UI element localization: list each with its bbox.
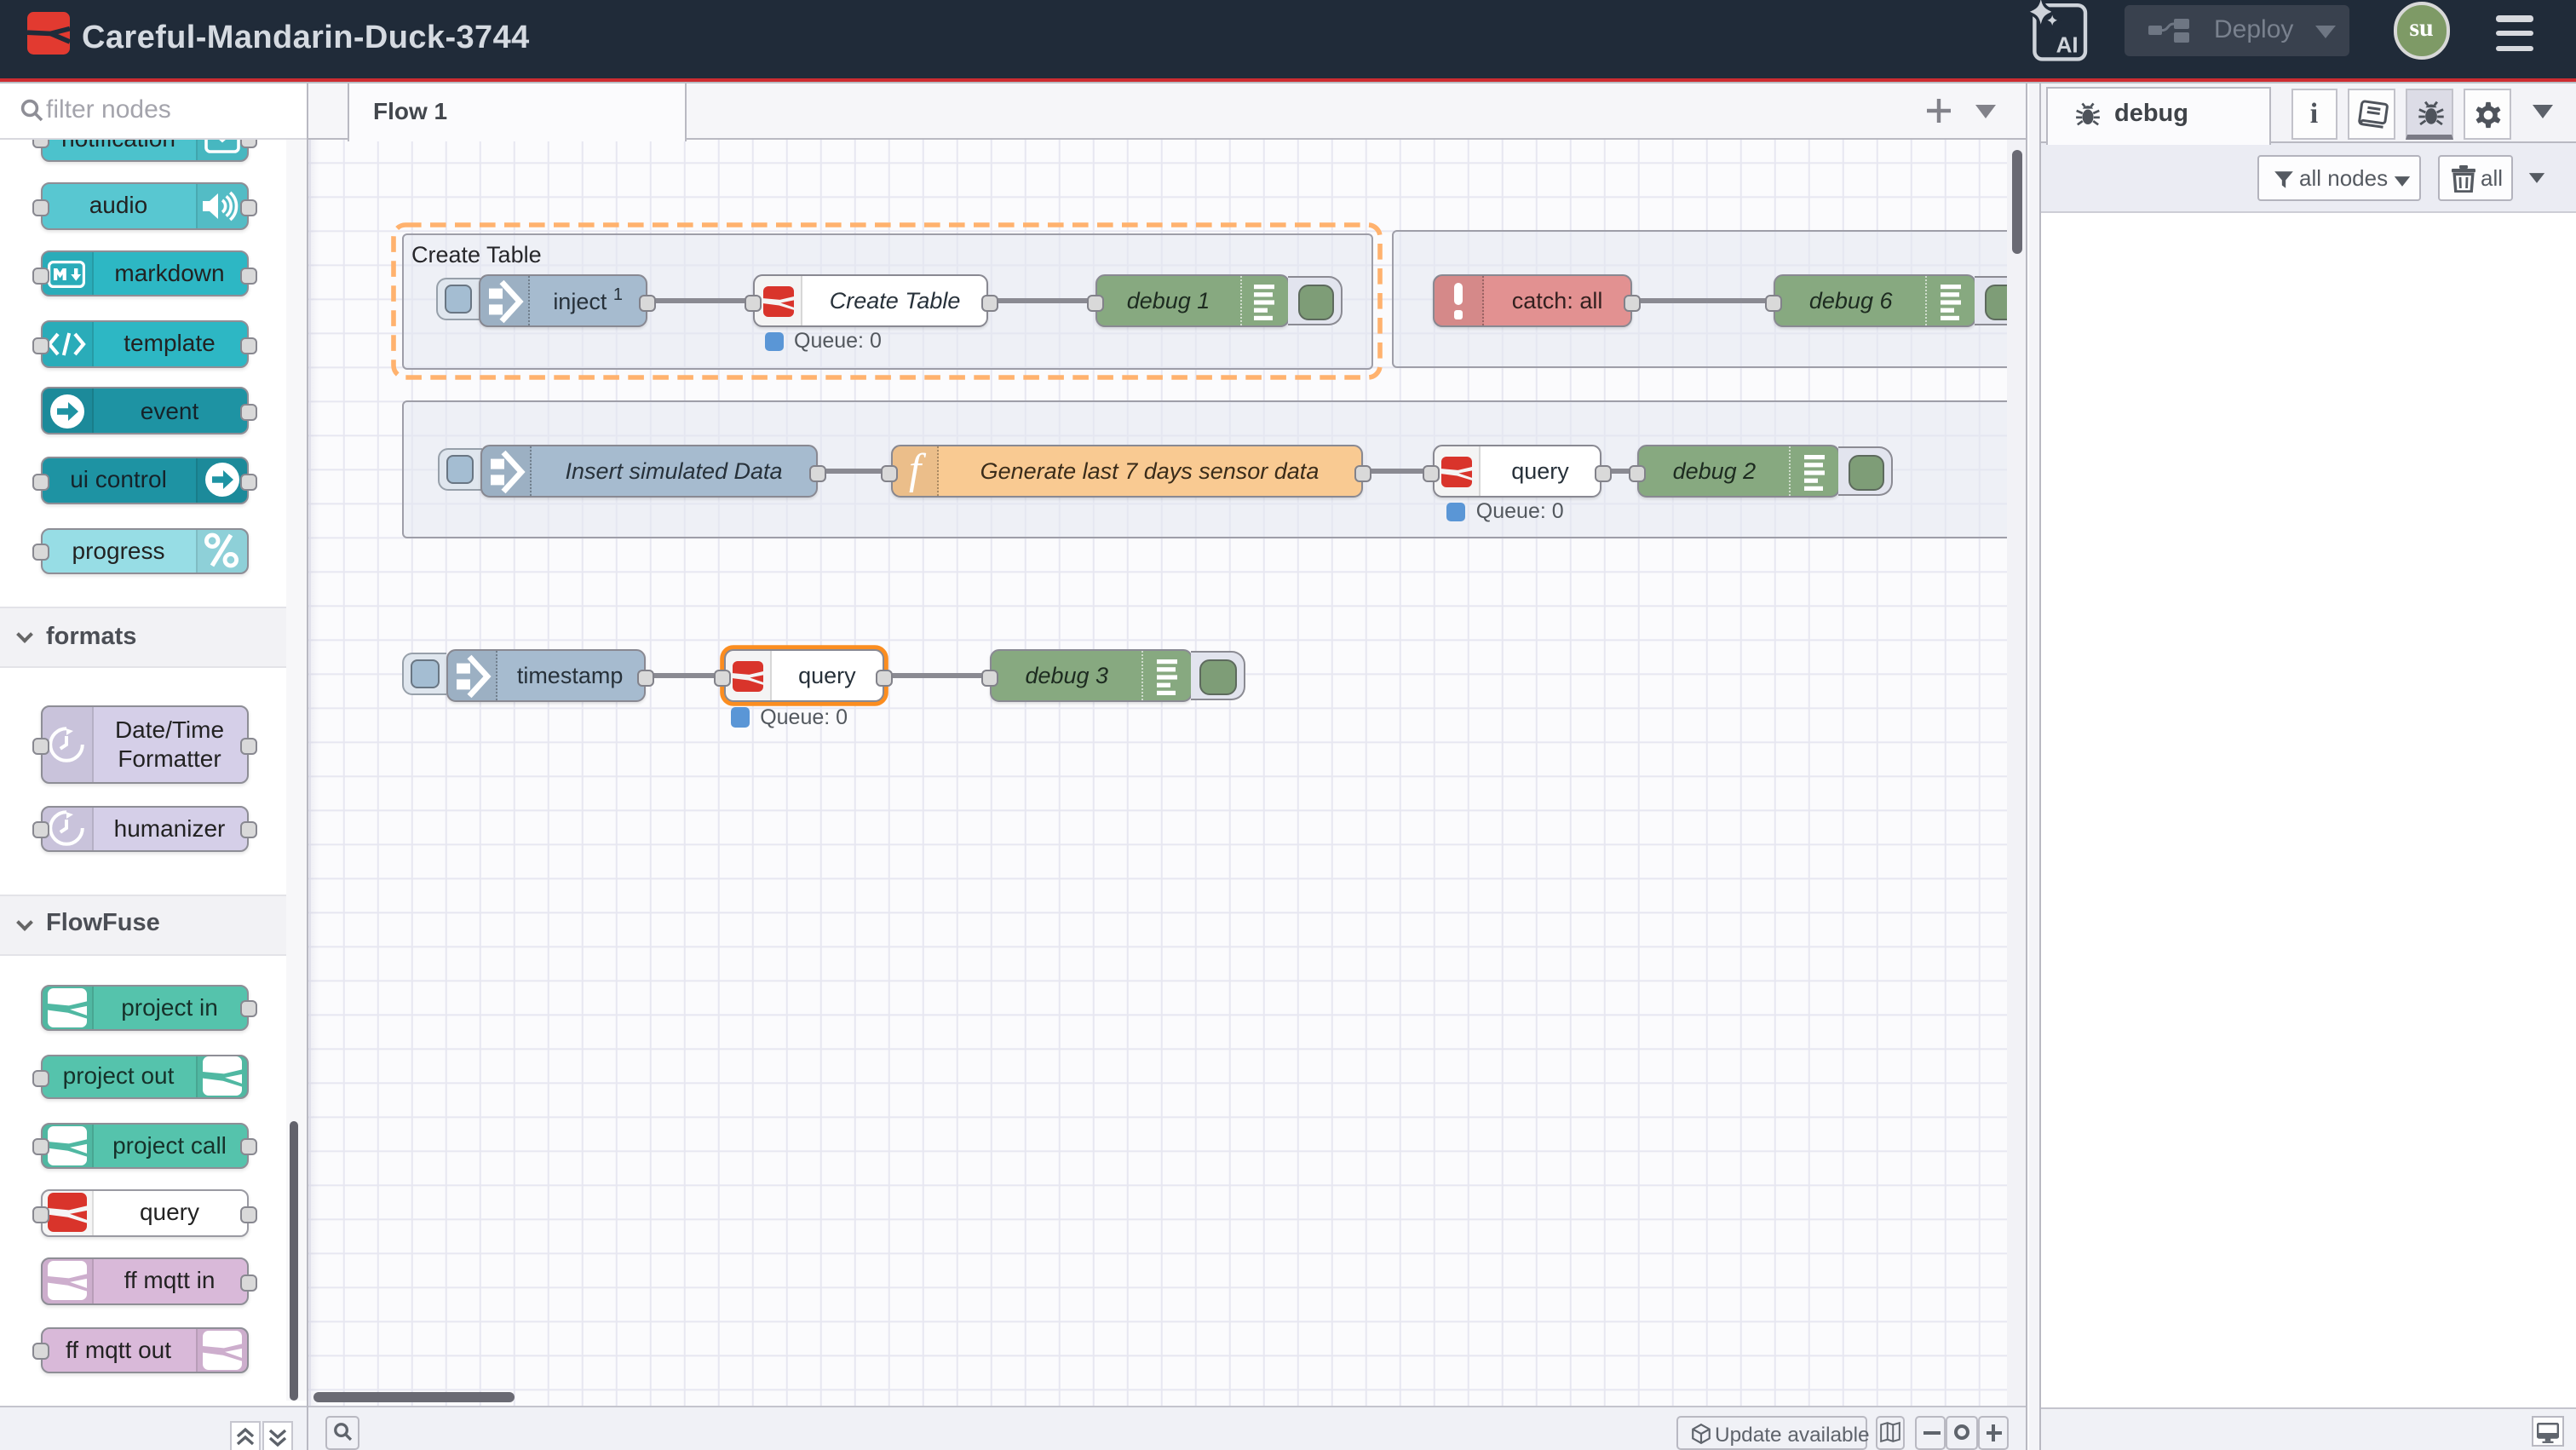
svg-text:f: f — [908, 451, 926, 492]
svg-text:AI: AI — [2056, 32, 2079, 58]
